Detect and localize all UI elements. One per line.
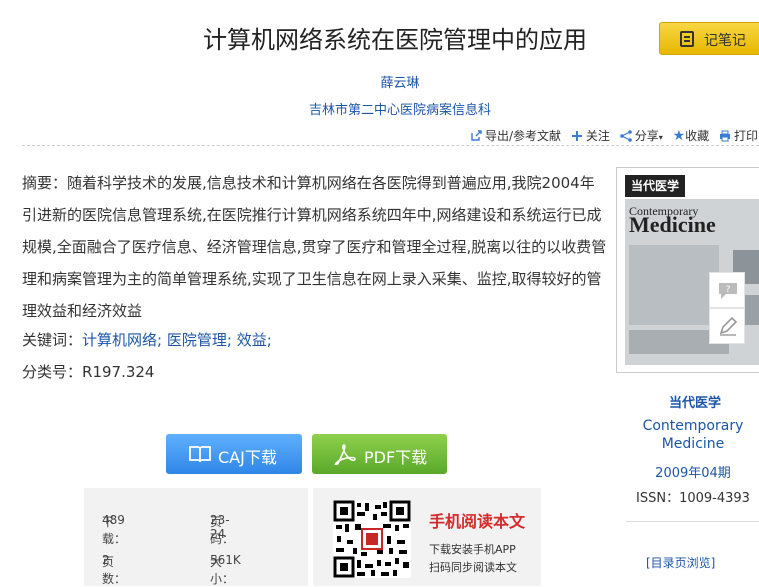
export-label: 导出/参考文献 <box>485 129 562 143</box>
collect-label: 收藏 <box>685 129 710 143</box>
pencil-icon <box>719 316 738 336</box>
pdf-download-label: PDF下载 <box>364 448 428 467</box>
take-notes-button[interactable]: 记笔记 <box>659 22 759 55</box>
article-stats: 下载： 489 页码： 23-24 页数： 2 大小： 561K <box>84 488 308 586</box>
mobile-read-panel: 手机阅读本文 下载安装手机APP 扫码同步阅读本文 <box>313 488 541 586</box>
mobile-scan-desc: 扫码同步阅读本文 <box>429 561 517 574</box>
follow-label: 关注 <box>585 129 610 143</box>
keyword-link[interactable]: 医院管理; <box>167 331 232 349</box>
qr-code[interactable] <box>333 500 411 578</box>
svg-text:?: ? <box>726 285 731 295</box>
export-button[interactable]: 导出/参考文献 <box>470 129 565 143</box>
caj-download-button[interactable]: CAJ下载 <box>166 434 302 474</box>
book-icon <box>189 446 211 463</box>
journal-issn: ISSN：1009-4393 <box>636 491 750 506</box>
keywords-label: 关键词： <box>22 331 83 349</box>
comment-icon: ? <box>719 283 737 299</box>
journal-name-en[interactable]: Contemporary Medicine <box>622 417 759 453</box>
classification-label: 分类号： <box>22 363 83 381</box>
mobile-app-desc: 下载安装手机APP <box>429 543 516 556</box>
header-divider <box>22 145 759 146</box>
journal-name-cn[interactable]: 当代医学 <box>610 392 759 411</box>
caj-download-label: CAJ下载 <box>218 448 277 467</box>
export-icon <box>471 130 482 141</box>
journal-issue[interactable]: 2009年04期 <box>610 462 759 481</box>
pdf-download-button[interactable]: PDF下载 <box>312 434 447 474</box>
abstract-label: 摘要： <box>22 174 68 192</box>
keywords: 关键词：计算机网络; 医院管理; 效益; <box>22 329 272 350</box>
article-toolbar: 导出/参考文献 关注 分享▾ ★收藏 打印 <box>470 127 759 144</box>
toc-browse-link[interactable]: [目录页浏览] <box>646 554 715 571</box>
notebook-icon <box>680 31 694 47</box>
plus-icon <box>571 131 582 141</box>
printer-icon <box>719 130 730 142</box>
follow-button[interactable]: 关注 <box>571 129 614 143</box>
comment-button[interactable]: ? <box>709 272 745 308</box>
pdf-icon <box>334 444 356 465</box>
sidebar-divider <box>626 521 759 522</box>
share-label: 分享 <box>634 129 659 143</box>
share-button[interactable]: 分享▾ <box>619 129 667 143</box>
keyword-link[interactable]: 计算机网络; <box>82 331 162 349</box>
share-icon <box>619 130 632 142</box>
cover-title-cn: 当代医学 <box>625 175 685 197</box>
mobile-read-heading: 手机阅读本文 <box>429 512 526 531</box>
chevron-down-icon: ▾ <box>658 133 663 142</box>
edit-button[interactable] <box>709 308 745 344</box>
author-link[interactable]: 薛云琳 <box>0 72 759 91</box>
article-title: 计算机网络系统在医院管理中的应用 <box>203 26 587 54</box>
collect-button[interactable]: ★收藏 <box>672 128 713 144</box>
print-button[interactable]: 打印 <box>719 129 758 143</box>
star-icon: ★ <box>672 128 686 144</box>
print-label: 打印 <box>733 129 758 143</box>
take-notes-label: 记笔记 <box>704 33 746 49</box>
classification: 分类号：R197.324 <box>22 361 154 382</box>
keyword-link[interactable]: 效益; <box>237 331 272 349</box>
abstract-text: 随着科学技术的发展,信息技术和计算机网络在各医院得到普遍应用,我院2004年引进… <box>22 174 607 320</box>
cover-title-en-big: Medicine <box>629 212 716 237</box>
classification-value: R197.324 <box>82 363 155 381</box>
abstract: 摘要：随着科学技术的发展,信息技术和计算机网络在各医院得到普遍应用,我院2004… <box>22 167 607 327</box>
organization-link[interactable]: 吉林市第二中心医院病案信息科 <box>0 99 759 118</box>
